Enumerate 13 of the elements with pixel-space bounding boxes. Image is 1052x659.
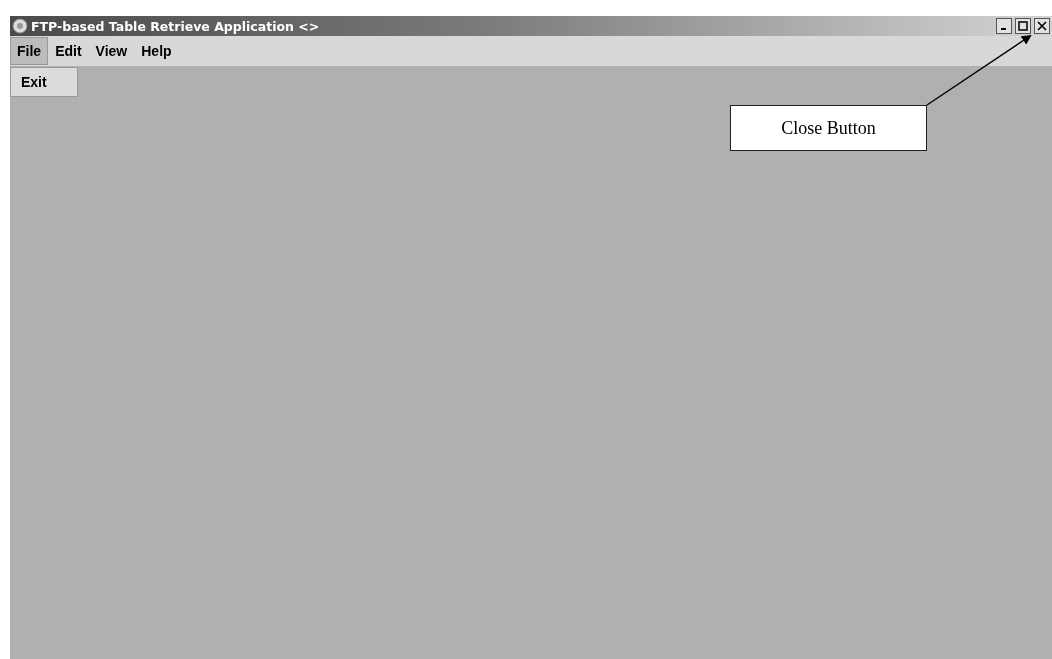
window-title: FTP-based Table Retrieve Application <> [31, 18, 321, 34]
callout-label: Close Button [730, 105, 927, 151]
menu-item[interactable]: Help [134, 37, 179, 65]
menu-item[interactable]: File [10, 37, 49, 65]
menu-entry[interactable]: Exit [11, 68, 77, 96]
close-button[interactable] [1034, 18, 1050, 34]
app-icon [12, 18, 28, 34]
menu-item[interactable]: Edit [48, 37, 89, 65]
menu-item[interactable]: View [88, 37, 135, 65]
minimize-button[interactable] [996, 18, 1012, 34]
maximize-button[interactable] [1015, 18, 1031, 34]
maximize-icon [1018, 21, 1028, 31]
close-icon [1037, 21, 1047, 31]
